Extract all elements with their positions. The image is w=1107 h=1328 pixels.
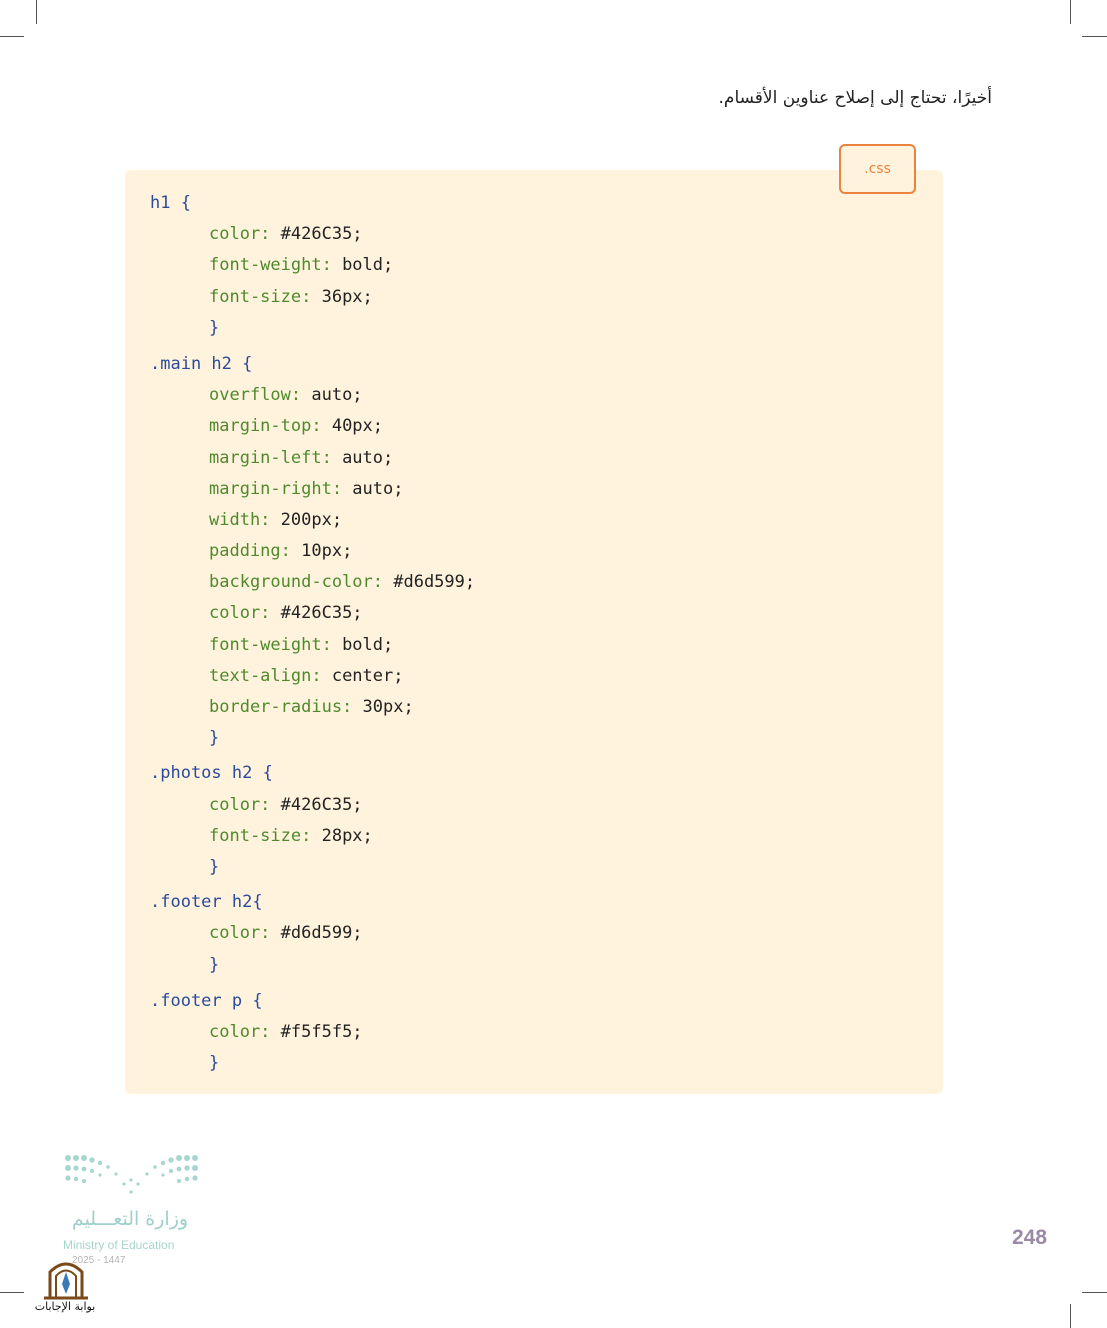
ministry-name-arabic: وزارة التعـــليم	[71, 1208, 189, 1230]
code-line: }	[150, 950, 475, 981]
code-token-val: 28px;	[321, 825, 373, 846]
code-token-val: #f5f5f5;	[280, 1021, 363, 1042]
code-token-prop: font-size:	[209, 286, 322, 307]
code-token-prop: text-align:	[209, 665, 332, 686]
code-token-prop: overflow:	[209, 385, 312, 406]
code-token-prop: background-color:	[209, 572, 394, 593]
code-token-val: bold;	[342, 255, 394, 276]
code-token-prop: color:	[209, 224, 281, 245]
code-line: background-color: #d6d599;	[150, 567, 475, 598]
intro-text: أخيرًا، تحتاج إلى إصلاح عناوين الأقسام.	[718, 88, 992, 108]
ministry-logo-icon	[65, 1155, 198, 1194]
crop-mark	[36, 0, 37, 24]
code-token-sel: .main h2	[150, 353, 243, 374]
code-token-prop: font-weight:	[209, 255, 343, 276]
code-line: font-weight: bold;	[150, 630, 475, 661]
code-token-brace: }	[209, 1053, 220, 1074]
code-token-prop: color:	[209, 1021, 281, 1042]
code-token-val: auto;	[311, 385, 363, 406]
code-line: overflow: auto;	[150, 380, 475, 411]
code-token-val: center;	[331, 665, 404, 686]
watermark-emblem-icon	[44, 1262, 88, 1300]
code-line: border-radius: 30px;	[150, 692, 475, 723]
code-line: font-size: 28px;	[150, 821, 475, 852]
code-token-val: #426C35;	[280, 224, 363, 245]
code-token-val: bold;	[342, 634, 394, 655]
ministry-name-english: Ministry of Education	[63, 1238, 175, 1252]
code-token-brace: {	[242, 353, 253, 374]
code-line: .footer p {	[150, 986, 475, 1017]
code-token-val: 40px;	[331, 416, 384, 437]
code-line: margin-right: auto;	[150, 474, 475, 505]
code-token-brace: {	[252, 892, 263, 913]
code-token-val: 200px;	[280, 509, 343, 530]
code-line: color: #f5f5f5;	[150, 1017, 475, 1048]
code-listing: h1 {color: #426C35; font-weight: bold; fon…	[150, 188, 475, 1079]
code-token-val: 30px;	[362, 697, 414, 717]
code-line: }	[150, 852, 475, 883]
code-token-val: #d6d599;	[393, 572, 476, 593]
crop-mark	[1070, 1304, 1071, 1328]
code-line: font-size: 36px;	[150, 282, 475, 313]
code-token-val: #d6d599;	[280, 923, 363, 944]
code-token-brace: {	[180, 193, 191, 213]
code-line: color: #426C35;	[150, 790, 475, 821]
code-token-prop: margin-top:	[209, 416, 332, 437]
code-line: text-align: center;	[150, 661, 475, 692]
code-line: width: 200px;	[150, 505, 475, 536]
code-line: }	[150, 313, 475, 344]
code-token-prop: color:	[209, 923, 281, 944]
code-token-val: #426C35;	[280, 794, 363, 815]
code-line: color: #d6d599;	[150, 918, 475, 949]
code-line: margin-top: 40px;	[150, 411, 475, 442]
watermark-text: بوابة الإجابات	[34, 1300, 96, 1313]
css-file-tag: .css	[839, 144, 916, 194]
code-token-prop: width:	[209, 509, 281, 530]
code-token-val: #426C35;	[280, 603, 363, 624]
code-line: .footer h2{	[150, 887, 475, 918]
code-line: .main h2 {	[150, 349, 475, 380]
code-token-prop: margin-right:	[209, 478, 353, 499]
code-token-sel: h1	[150, 193, 181, 213]
code-line: }	[150, 723, 475, 754]
code-line: color: #426C35;	[150, 598, 475, 629]
code-line: margin-left: auto;	[150, 443, 475, 474]
code-token-prop: color:	[209, 603, 281, 624]
code-token-prop: font-weight:	[209, 634, 343, 655]
code-token-prop: font-size:	[209, 825, 322, 846]
code-token-val: 36px;	[321, 286, 373, 307]
code-token-sel: .photos h2	[150, 763, 263, 784]
code-line: color: #426C35;	[150, 219, 475, 250]
code-line: h1 {	[150, 188, 475, 219]
code-token-prop: margin-left:	[209, 447, 343, 468]
crop-mark	[1070, 0, 1071, 24]
code-token-brace: {	[262, 763, 273, 784]
code-line: padding: 10px;	[150, 536, 475, 567]
code-token-prop: color:	[209, 794, 281, 815]
code-token-val: auto;	[342, 447, 394, 468]
code-token-brace: }	[209, 317, 220, 338]
code-line: .photos h2 {	[150, 758, 475, 789]
code-token-val: 10px;	[301, 541, 353, 562]
crop-mark	[1082, 36, 1107, 37]
crop-mark	[0, 1292, 24, 1293]
code-token-brace: }	[209, 954, 220, 975]
page-number: 248	[1012, 1226, 1048, 1249]
code-token-brace: }	[209, 856, 220, 877]
code-token-sel: .footer h2	[150, 892, 253, 913]
code-token-brace: }	[209, 728, 220, 749]
crop-mark	[1082, 1292, 1107, 1293]
crop-mark	[0, 36, 24, 37]
code-token-val: auto;	[352, 478, 404, 499]
code-token-sel: .footer p	[150, 990, 253, 1011]
code-token-prop: padding:	[209, 541, 302, 562]
code-line: font-weight: bold;	[150, 250, 475, 281]
code-token-prop: border-radius:	[209, 697, 363, 717]
code-line: }	[150, 1048, 475, 1079]
code-token-brace: {	[252, 990, 263, 1011]
